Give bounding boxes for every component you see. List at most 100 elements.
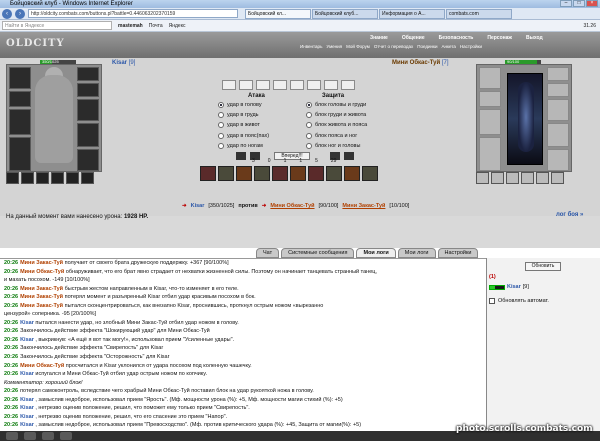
submenu-item[interactable]: Отчет о переводах (374, 44, 413, 49)
attack-option[interactable]: удар в голову (218, 101, 302, 109)
user-name[interactable]: Kisar (507, 284, 521, 290)
defense-random-icon[interactable] (344, 152, 354, 160)
trick-icon[interactable] (272, 166, 288, 181)
helmet-slot[interactable] (547, 67, 569, 81)
armor-slot[interactable] (479, 91, 501, 107)
chat-actor[interactable]: Kisar (20, 422, 34, 428)
radio[interactable] (306, 122, 312, 129)
chat-actor[interactable]: Kisar (20, 397, 34, 403)
armor-slot[interactable] (9, 109, 31, 135)
chat-actor[interactable]: Мини Закас-Туй (20, 294, 63, 300)
trick-icon[interactable] (362, 166, 378, 181)
menu-item[interactable]: Персонаж (487, 35, 512, 41)
submenu-item[interactable]: Инвентарь (300, 44, 322, 49)
taskbar-icon[interactable] (42, 432, 54, 440)
stance-icon[interactable] (222, 80, 236, 90)
back-icon[interactable]: ‹ (2, 8, 12, 19)
radio[interactable] (306, 142, 312, 149)
radio[interactable] (306, 112, 312, 119)
participant-left[interactable]: Kisar (191, 203, 205, 209)
auto-refresh[interactable]: Обновлять автомат. (489, 298, 549, 304)
player1-name[interactable]: Kisar [9] (112, 60, 135, 66)
chat-actor[interactable]: Kisar (20, 337, 34, 343)
belt-item[interactable] (51, 172, 64, 184)
defense-option[interactable]: блок груди и живота (306, 111, 382, 119)
chat-actor[interactable]: Kisar (20, 405, 34, 411)
gloves-slot[interactable] (547, 99, 569, 121)
belt-item[interactable] (536, 172, 549, 184)
stance-icon[interactable] (256, 80, 270, 90)
trick-icon[interactable] (218, 166, 234, 181)
gloves-slot[interactable] (77, 99, 99, 121)
browser-tab[interactable]: Бойцовский кл... (245, 8, 311, 19)
attack-option[interactable]: удар по ногам (218, 142, 302, 150)
refresh-button[interactable]: Обновить (525, 262, 561, 271)
auto-refresh-checkbox[interactable] (489, 298, 495, 304)
attack-option[interactable]: удар в грудь (218, 111, 302, 119)
trick-icon[interactable] (326, 166, 342, 181)
defense-option[interactable]: блок живота и пояса (306, 121, 382, 129)
belt-item[interactable] (36, 172, 49, 184)
stance-icon[interactable] (239, 80, 253, 90)
belt-item[interactable] (506, 172, 519, 184)
taskbar-icon[interactable] (6, 432, 18, 440)
menu-item[interactable]: Безопасность (439, 35, 474, 41)
radio[interactable] (306, 132, 312, 139)
chat-actor[interactable]: Kisar (20, 320, 34, 326)
defense-option[interactable]: блок ног и головы (306, 142, 382, 150)
submenu-item[interactable]: Анкета (442, 44, 456, 49)
belt-item[interactable] (66, 172, 79, 184)
armor-slot[interactable] (479, 109, 501, 135)
belt-item[interactable] (6, 172, 19, 184)
boots-slot[interactable] (547, 149, 569, 171)
trick-icon[interactable] (254, 166, 270, 181)
toolbar-mail[interactable]: Почта (149, 23, 163, 29)
stance-icon[interactable] (324, 80, 338, 90)
submenu-item[interactable]: Умения (326, 44, 342, 49)
armor-slot[interactable] (9, 91, 31, 107)
maximize-icon[interactable]: □ (573, 0, 585, 7)
submenu-item[interactable]: Настройки (460, 44, 482, 49)
defense-option[interactable]: блок пояса и ног (306, 132, 382, 140)
menu-item[interactable]: Выход (526, 35, 543, 41)
bracers-slot[interactable] (77, 83, 99, 97)
online-user[interactable]: Kisar [9] (489, 284, 529, 290)
browser-tab[interactable]: Бойцовский клуб... (312, 8, 378, 19)
radio[interactable] (218, 112, 224, 119)
radio[interactable] (218, 142, 224, 149)
battle-log-link[interactable]: лог боя » (556, 212, 583, 218)
chat-actor[interactable]: Мини Закас-Туй (20, 303, 63, 309)
menu-item[interactable]: Общение (402, 35, 425, 41)
participant-right[interactable]: Мини Закас-Туй (342, 203, 385, 209)
radio-selected[interactable] (306, 102, 312, 108)
tab-chat[interactable]: Чат (256, 248, 280, 258)
helmet-slot[interactable] (77, 67, 99, 81)
toolbar-user[interactable]: mastemah (118, 23, 143, 29)
browser-tab[interactable]: Информация о А... (379, 8, 445, 19)
shield-slot[interactable] (77, 123, 99, 147)
submenu-item[interactable]: Поединки (417, 44, 437, 49)
submenu-item[interactable]: Мой Форум (346, 44, 370, 49)
weapon-slot[interactable] (9, 137, 31, 171)
chat-actor[interactable]: Мини Закас-Туй (20, 260, 63, 266)
chat-log[interactable]: 20:26 Мини Закас-Туй получает от своего б… (0, 258, 486, 441)
taskbar-icon[interactable] (60, 432, 72, 440)
trick-icon[interactable] (200, 166, 216, 181)
chat-actor[interactable]: Kisar (20, 414, 34, 420)
tab-settings[interactable]: Настройки (437, 248, 479, 258)
tab-my-logs-2[interactable]: Мои логи (397, 248, 436, 258)
menu-item[interactable]: Знание (370, 35, 388, 41)
stance-icon[interactable] (273, 80, 287, 90)
boots-slot[interactable] (77, 149, 99, 171)
weapon-slot[interactable] (479, 137, 501, 171)
belt-item[interactable] (81, 172, 94, 184)
trick-icon[interactable] (290, 166, 306, 181)
belt-item[interactable] (476, 172, 489, 184)
attack-option[interactable]: удар в живот (218, 121, 302, 129)
chat-actor[interactable]: Мини Закас-Туй (20, 286, 63, 292)
belt-item[interactable] (521, 172, 534, 184)
participant-right[interactable]: Мини Обкас-Туй (270, 203, 314, 209)
attack-option[interactable]: удар в пояс(пах) (218, 132, 302, 140)
address-bar[interactable]: http://oldcity.combats.com/buttons.pl?ba… (28, 9, 238, 18)
trick-icon[interactable] (344, 166, 360, 181)
